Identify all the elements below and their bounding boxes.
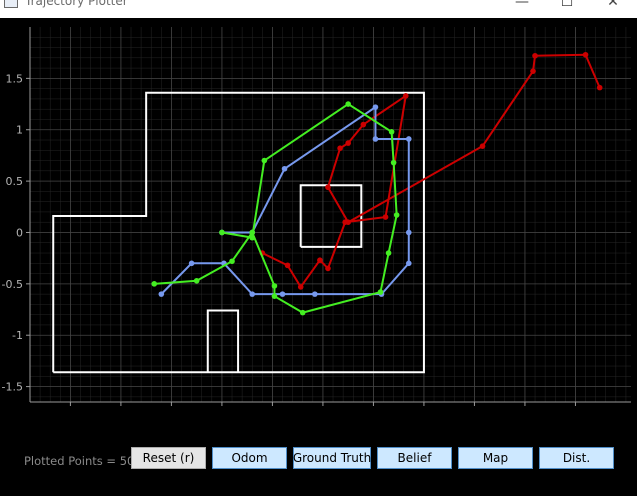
trajectory-point [582,51,589,58]
trajectory-point [345,219,351,226]
map-toggle-button[interactable]: Map [458,447,533,469]
trajectory-point [388,128,395,135]
trajectory-point [382,214,389,220]
trajectory-point [219,229,225,236]
minimize-button[interactable]: — [502,0,542,11]
trajectory-point [325,265,331,272]
map-wall [206,309,240,373]
belief-trajectory [154,102,398,314]
trajectory-point [360,121,367,128]
title-bar: Trajectory Plotter — ☐ ✕ [0,0,637,18]
trajectory-point [402,93,409,99]
y-tick-label: -1 [12,329,23,342]
trajectory-point [393,212,400,218]
trajectory-point [372,104,379,110]
trajectory-point [193,277,200,284]
trajectory-point [297,284,304,290]
trajectory-point [390,159,397,166]
trajectory-point [479,143,486,149]
y-tick-label: 1.5 [6,72,24,85]
plot-canvas[interactable]: -1.5-1-0.500.511.522.533.5-1.5-1-0.500.5… [0,18,637,408]
trajectory-point [281,165,288,172]
odom-toggle-button[interactable]: Odom [212,447,287,469]
y-tick-label: -0.5 [2,278,23,291]
app-icon [4,0,18,8]
y-tick-label: 0.5 [6,175,24,188]
y-tick-label: 1 [16,124,23,137]
control-bar: Plotted Points = 50 Reset (r) Odom Groun… [0,408,637,496]
trajectory-point [405,136,412,142]
dist-toggle-button[interactable]: Dist. [539,447,614,469]
trajectory-point [405,260,412,267]
trajectory-point [261,157,268,164]
trajectory-point [337,145,343,152]
belief-toggle-button[interactable]: Belief [377,447,452,469]
trajectory-point [325,184,331,191]
trajectory-point [596,84,603,91]
y-tick-label: 0 [16,226,23,239]
trajectory-point [249,234,256,241]
trajectory-point [279,291,286,297]
trajectory-point [345,101,351,107]
trajectory-point [345,140,351,146]
trajectory-point [284,262,291,269]
trajectory-point [317,257,323,264]
trajectory-point [377,289,384,295]
trajectory-point [271,293,278,299]
ground-truth-toggle-button[interactable]: Ground Truth [293,447,371,469]
trajectory-point [158,291,165,297]
trajectory-plot: -1.5-1-0.500.511.522.533.5-1.5-1-0.500.5… [2,27,631,408]
y-tick-label: -1.5 [2,381,23,394]
trajectory-point [532,52,538,59]
trajectory-point [271,283,278,289]
reset-button[interactable]: Reset (r) [131,447,206,469]
trajectory-point [299,309,306,316]
trajectory-point [405,229,412,236]
trajectory-point [312,291,318,297]
trajectory-point [530,68,536,74]
trajectory-point [229,258,235,265]
maximize-button[interactable]: ☐ [547,0,587,11]
trajectory-point [249,229,256,236]
trajectory-point [188,260,195,267]
trajectory-point [249,291,256,297]
trajectory-point [372,136,379,142]
trajectory-point [151,281,158,287]
window-title: Trajectory Plotter [25,0,128,8]
plotted-points-label: Plotted Points = 50 [24,454,135,468]
trajectory-point [385,250,392,256]
close-button[interactable]: ✕ [593,0,633,11]
